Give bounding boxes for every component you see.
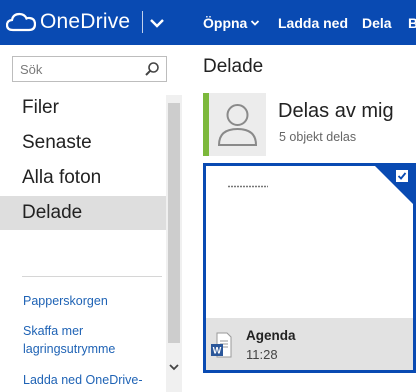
cloud-icon bbox=[6, 12, 36, 32]
search-input[interactable] bbox=[13, 57, 138, 81]
app-name: OneDrive bbox=[40, 10, 131, 33]
sidebar-item-label: Senaste bbox=[22, 132, 92, 153]
sidebar-divider bbox=[22, 276, 162, 277]
file-tile-footer: W Agenda 11:28 bbox=[206, 318, 413, 370]
sidebar-item-label: Delade bbox=[22, 202, 83, 223]
sidebar-item-label: Filer bbox=[22, 97, 59, 118]
avatar bbox=[209, 93, 266, 156]
shared-by-me-card[interactable]: Delas av mig 5 objekt delas bbox=[203, 93, 416, 156]
file-tile[interactable]: W Agenda 11:28 bbox=[203, 163, 416, 373]
shared-count: 5 objekt delas bbox=[279, 130, 357, 144]
search-icon[interactable] bbox=[144, 61, 160, 77]
download-onedrive-link[interactable]: Ladda ned OneDrive- bbox=[23, 371, 163, 389]
sidebar-scrollbar[interactable] bbox=[166, 95, 182, 392]
svg-text:W: W bbox=[213, 346, 222, 356]
sidebar-item-label: Alla foton bbox=[22, 167, 102, 188]
onedrive-logo[interactable]: OneDrive bbox=[6, 9, 130, 35]
download-button[interactable]: Ladda ned bbox=[278, 0, 348, 45]
document-preview-text bbox=[228, 185, 268, 188]
share-button[interactable]: Dela bbox=[362, 0, 392, 45]
sidebar: Filer Senaste Alla foton Delade Pappersk… bbox=[0, 45, 182, 392]
sidebar-item-shared[interactable]: Delade bbox=[0, 196, 166, 230]
open-label: Öppna bbox=[203, 14, 248, 31]
chevron-down-icon bbox=[251, 19, 260, 26]
search-box bbox=[12, 56, 167, 82]
word-icon: W bbox=[211, 332, 232, 358]
more-command-label: B bbox=[408, 14, 416, 31]
download-label: Ladda ned bbox=[278, 14, 349, 31]
shared-title: Delas av mig bbox=[278, 100, 394, 122]
chevron-down-icon[interactable] bbox=[148, 14, 166, 32]
recycle-bin-link[interactable]: Papperskorgen bbox=[23, 292, 163, 310]
page-title: Delade bbox=[203, 56, 264, 77]
person-icon bbox=[217, 104, 258, 146]
share-label: Dela bbox=[362, 14, 392, 31]
sidebar-item-files[interactable]: Filer bbox=[0, 91, 166, 125]
scroll-thumb[interactable] bbox=[168, 103, 180, 343]
main-content: Delade Delas av mig 5 objekt delas W Age… bbox=[182, 45, 416, 392]
file-name: Agenda bbox=[246, 328, 296, 343]
sidebar-item-all-photos[interactable]: Alla foton bbox=[0, 161, 166, 195]
sidebar-item-recent[interactable]: Senaste bbox=[0, 126, 166, 160]
chevron-down-icon[interactable] bbox=[169, 362, 179, 372]
logo-separator bbox=[142, 11, 143, 33]
get-more-storage-link[interactable]: Skaffa mer lagringsutrymme bbox=[23, 322, 163, 358]
selection-checkbox[interactable] bbox=[395, 169, 409, 183]
open-button[interactable]: Öppna bbox=[203, 0, 260, 45]
top-bar: OneDrive Öppna Ladda ned Dela B bbox=[0, 0, 416, 45]
checkmark-icon bbox=[397, 172, 407, 180]
file-time: 11:28 bbox=[246, 347, 278, 362]
more-command-button[interactable]: B bbox=[408, 0, 416, 45]
